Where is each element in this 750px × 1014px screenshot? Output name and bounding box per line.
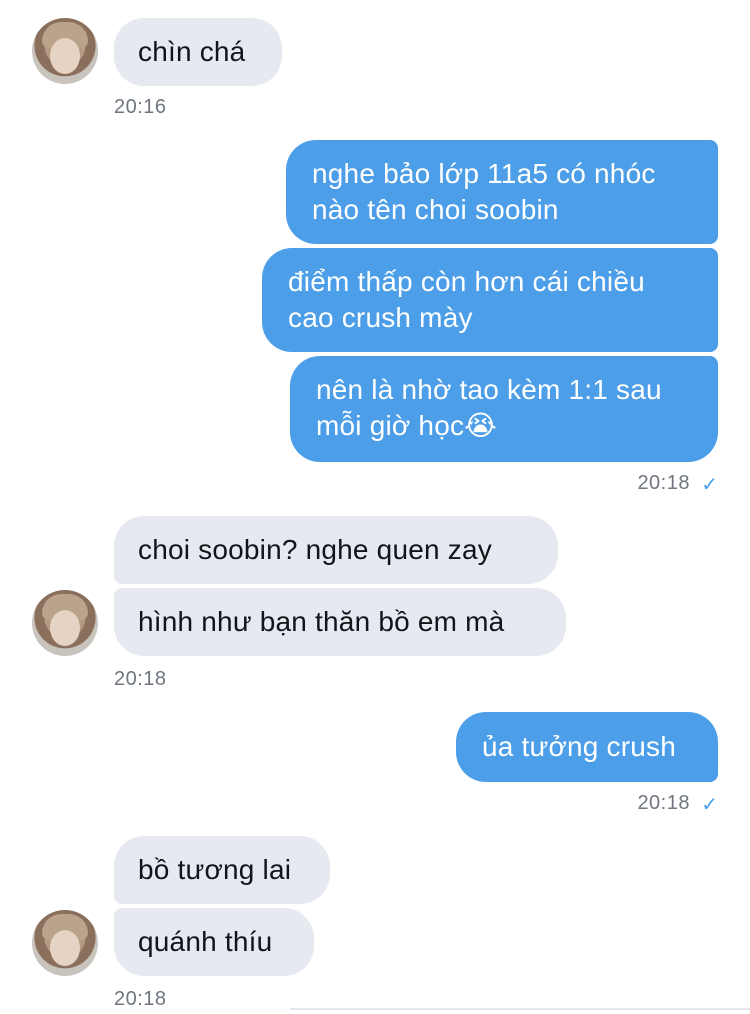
contact-avatar-icon[interactable] bbox=[32, 910, 98, 976]
message-text-line: nào tên choi soobin bbox=[312, 194, 559, 225]
message-timestamp: 20:16 bbox=[114, 96, 167, 118]
incoming-message-bubble[interactable]: choi soobin? nghe quen zay bbox=[114, 516, 558, 584]
message-timestamp: 20:18 bbox=[114, 988, 167, 1010]
chat-thread: chìn chá 20:16 nghe bảo lớp 11a5 có nhóc… bbox=[0, 0, 750, 1014]
incoming-message-bubble[interactable]: bồ tương lai bbox=[114, 836, 330, 904]
message-text-line: nghe bảo lớp 11a5 có nhóc bbox=[312, 158, 656, 189]
incoming-message-bubble[interactable]: hình như bạn thăn bồ em mà bbox=[114, 588, 566, 656]
message-timestamp: 20:18 bbox=[114, 668, 167, 690]
avatar-face bbox=[50, 38, 80, 74]
message-text: ủa tưởng crush bbox=[482, 731, 677, 762]
message-text: bồ tương lai bbox=[138, 854, 292, 885]
outgoing-message-bubble[interactable]: ủa tưởng crush bbox=[456, 712, 718, 782]
message-timestamp: 20:18 bbox=[637, 472, 690, 494]
message-text: hình như bạn thăn bồ em mà bbox=[138, 606, 505, 637]
contact-avatar-icon[interactable] bbox=[32, 18, 98, 84]
read-check-icon: ✓ bbox=[701, 474, 718, 496]
message-text-line: nên là nhờ tao kèm 1:1 sau bbox=[316, 374, 662, 405]
avatar-face bbox=[50, 610, 80, 646]
message-timestamp: 20:18 bbox=[637, 792, 690, 814]
avatar-face bbox=[50, 930, 80, 966]
message-text: chìn chá bbox=[138, 36, 246, 67]
message-text-line: cao crush mày bbox=[288, 302, 473, 333]
outgoing-message-bubble[interactable]: nghe bảo lớp 11a5 có nhóc nào tên choi s… bbox=[286, 140, 718, 244]
message-text: quánh thíu bbox=[138, 926, 273, 957]
incoming-message-bubble[interactable]: quánh thíu bbox=[114, 908, 314, 976]
incoming-message-bubble[interactable]: chìn chá bbox=[114, 18, 282, 86]
message-text-line: mỗi giờ học😭 bbox=[316, 410, 498, 441]
message-text-line: điểm thấp còn hơn cái chiều bbox=[288, 266, 645, 297]
message-text: choi soobin? nghe quen zay bbox=[138, 534, 492, 565]
read-check-icon: ✓ bbox=[701, 794, 718, 816]
outgoing-message-bubble[interactable]: nên là nhờ tao kèm 1:1 sau mỗi giờ học😭 bbox=[290, 356, 718, 462]
divider bbox=[290, 1008, 750, 1010]
contact-avatar-icon[interactable] bbox=[32, 590, 98, 656]
outgoing-message-bubble[interactable]: điểm thấp còn hơn cái chiều cao crush mà… bbox=[262, 248, 718, 352]
